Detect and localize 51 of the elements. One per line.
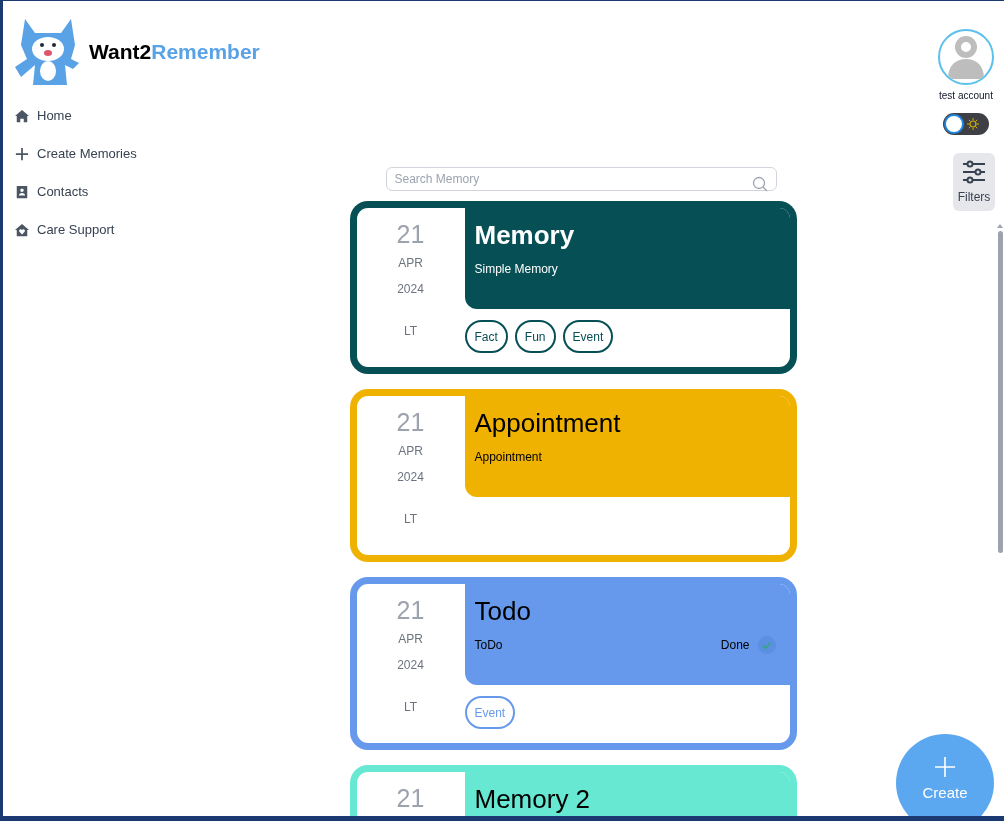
done-checkbox[interactable] (757, 636, 776, 654)
timezone-label: LT (403, 323, 418, 340)
card-subtitle: ToDo (474, 637, 503, 654)
date-day: 21 (396, 406, 425, 438)
card-title: Appointment (474, 407, 622, 440)
nav-link[interactable]: Create Memories (15, 143, 343, 165)
date-day: 21 (396, 782, 425, 814)
nav-link[interactable]: Contacts (15, 181, 343, 203)
search-icon (751, 176, 768, 192)
date-month: APR (398, 443, 423, 460)
nav-link[interactable]: Home (15, 105, 343, 127)
date-month: APR (398, 255, 423, 272)
account-name: test account (939, 89, 993, 103)
done-label: Done (720, 637, 750, 654)
scrollbar[interactable] (997, 223, 1003, 553)
avatar[interactable] (938, 29, 994, 85)
plus-icon (934, 755, 956, 778)
card-title: Memory (474, 219, 576, 252)
house-heart-icon (15, 223, 29, 237)
home-icon (15, 109, 29, 123)
date-year: 2024 (397, 281, 424, 298)
search-field[interactable]: Search Memory (385, 167, 777, 191)
brand-name: Want2Remember (89, 39, 260, 66)
memory-card[interactable]: 21 Memory 2 (349, 765, 797, 816)
card-title: Memory 2 (474, 783, 592, 816)
card-subtitle: Appointment (474, 449, 542, 466)
date-month: APR (398, 631, 423, 648)
scroll-up-arrow-icon[interactable] (997, 223, 1003, 229)
timezone-label: LT (403, 511, 418, 528)
contact-card-icon (15, 185, 29, 199)
check-icon (761, 639, 772, 651)
person-silhouette-icon (946, 35, 986, 79)
memory-card[interactable]: 21 APR 2024 LT Appointment Appointment (349, 389, 797, 562)
memory-card[interactable]: 21 APR 2024 LT Todo ToDo Done Event (349, 577, 797, 750)
date-year: 2024 (397, 469, 424, 486)
date-day: 21 (396, 218, 425, 250)
card-subtitle: Simple Memory (474, 261, 558, 278)
nav-link[interactable]: Care Support (15, 219, 343, 241)
plus-icon (15, 147, 29, 161)
date-day: 21 (396, 594, 425, 626)
timezone-label: LT (403, 699, 418, 716)
date-year: 2024 (397, 657, 424, 674)
theme-toggle[interactable] (943, 113, 989, 135)
sliders-icon (961, 158, 987, 185)
tag-chip[interactable]: Fact (464, 320, 508, 353)
filters-button[interactable]: Filters (953, 153, 995, 211)
memory-card[interactable]: 21 APR 2024 LT Memory Simple Memory Fact Fun Event (349, 201, 797, 374)
card-title: Todo (474, 595, 532, 628)
tag-chip[interactable]: Fun (514, 320, 556, 353)
tag-chip[interactable]: Event (562, 320, 614, 353)
sun-icon (967, 118, 979, 130)
